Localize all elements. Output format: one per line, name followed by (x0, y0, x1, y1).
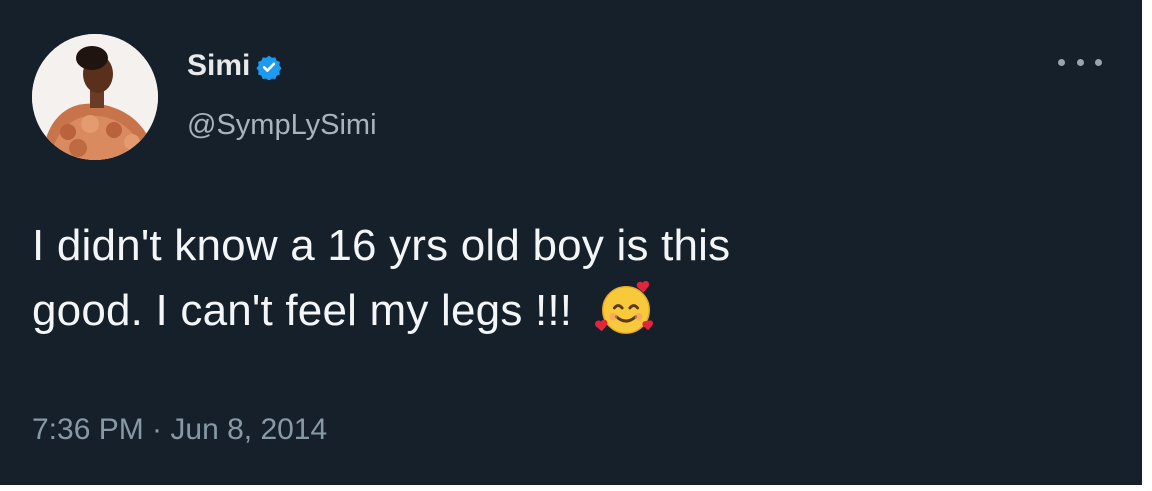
tweet-timestamp[interactable]: 7:36 PM · Jun 8, 2014 (32, 410, 327, 450)
tweet-text-line-1: I didn't know a 16 yrs old boy is this (32, 221, 731, 270)
tweet-text: I didn't know a 16 yrs old boy is this g… (32, 215, 1112, 342)
smiling-face-with-hearts-icon (594, 277, 657, 339)
more-options-icon (1095, 58, 1102, 66)
more-options-icon (1076, 58, 1084, 66)
avatar-image (32, 34, 158, 160)
display-name[interactable]: Simi (187, 48, 282, 84)
more-options-icon (1058, 58, 1065, 66)
tweet-text-line-2: good. I can't feel my legs !!! (32, 277, 1112, 342)
tweet-card: Simi @SympLySimi I didn't know a 16 yrs … (0, 0, 1142, 485)
tweet-text-line-2-text: good. I can't feel my legs !!! (32, 286, 573, 335)
user-handle[interactable]: @SympLySimi (187, 108, 377, 142)
avatar[interactable] (32, 34, 158, 160)
verified-badge-icon (256, 53, 282, 81)
more-options-button[interactable] (1058, 50, 1102, 74)
display-name-text[interactable]: Simi (187, 48, 250, 84)
